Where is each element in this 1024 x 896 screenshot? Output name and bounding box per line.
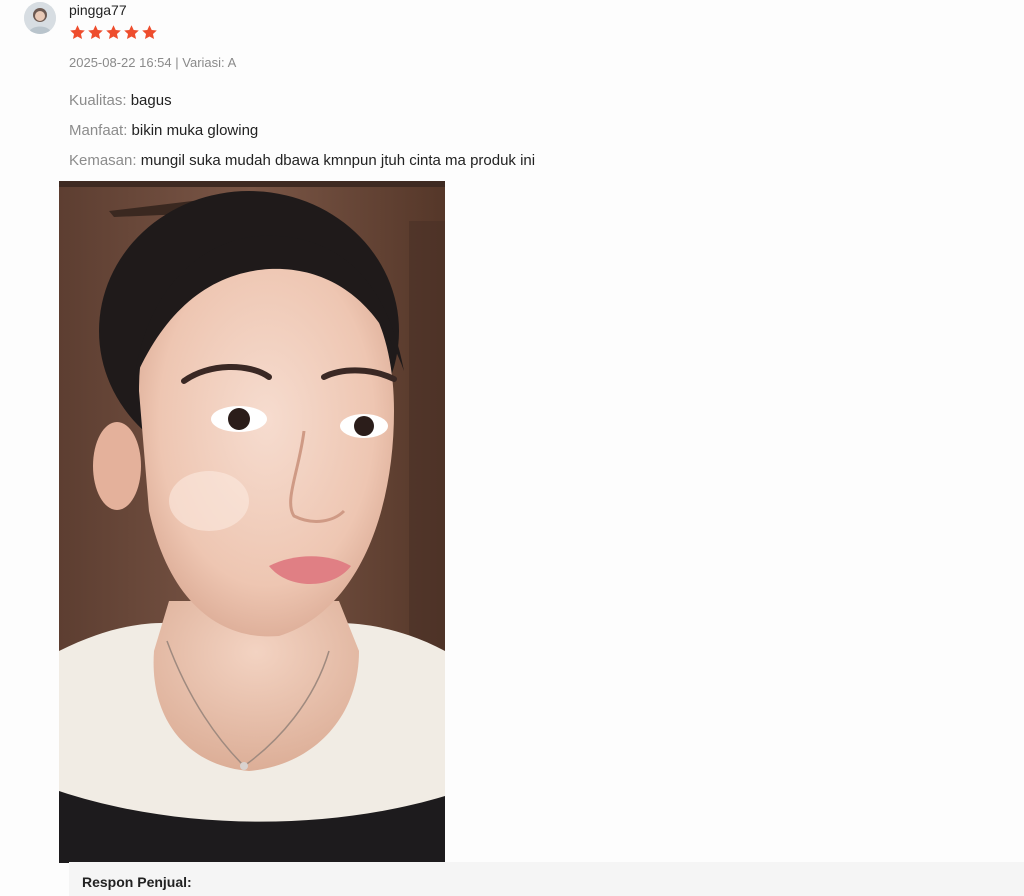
star-icon <box>142 25 157 40</box>
variation-value: A <box>227 55 237 70</box>
attribute-value: bikin muka glowing <box>131 122 259 139</box>
username[interactable]: pingga77 <box>69 2 127 18</box>
avatar-image <box>24 2 56 34</box>
meta-separator: | <box>171 55 183 70</box>
attribute-label: Kemasan: <box>69 152 137 169</box>
seller-response-label: Respon Penjual: <box>82 874 192 890</box>
star-icon <box>106 25 121 40</box>
attribute-value: bagus <box>130 92 172 109</box>
review-photo-image <box>59 181 445 863</box>
review-photo[interactable] <box>59 181 445 863</box>
star-icon <box>124 25 139 40</box>
attribute-label: Manfaat: <box>69 122 128 139</box>
star-icon <box>88 25 103 40</box>
variation-label: Variasi: <box>182 55 225 70</box>
attribute-quality: Kualitas: bagus <box>69 92 172 109</box>
review-page: pingga77 2025-08-22 16:54 | Variasi: A K… <box>0 0 1024 896</box>
attribute-packaging: Kemasan: mungil suka mudah dbawa kmnpun … <box>69 152 535 169</box>
attribute-benefit: Manfaat: bikin muka glowing <box>69 122 258 139</box>
avatar[interactable] <box>24 2 56 34</box>
review-meta: 2025-08-22 16:54 | Variasi: A <box>69 55 236 70</box>
attribute-label: Kualitas: <box>69 92 127 109</box>
star-icon <box>70 25 85 40</box>
seller-response: Respon Penjual: <box>69 862 1024 896</box>
review-date: 2025-08-22 16:54 <box>69 55 172 70</box>
attribute-value: mungil suka mudah dbawa kmnpun jtuh cint… <box>140 152 536 169</box>
star-rating <box>69 24 158 41</box>
